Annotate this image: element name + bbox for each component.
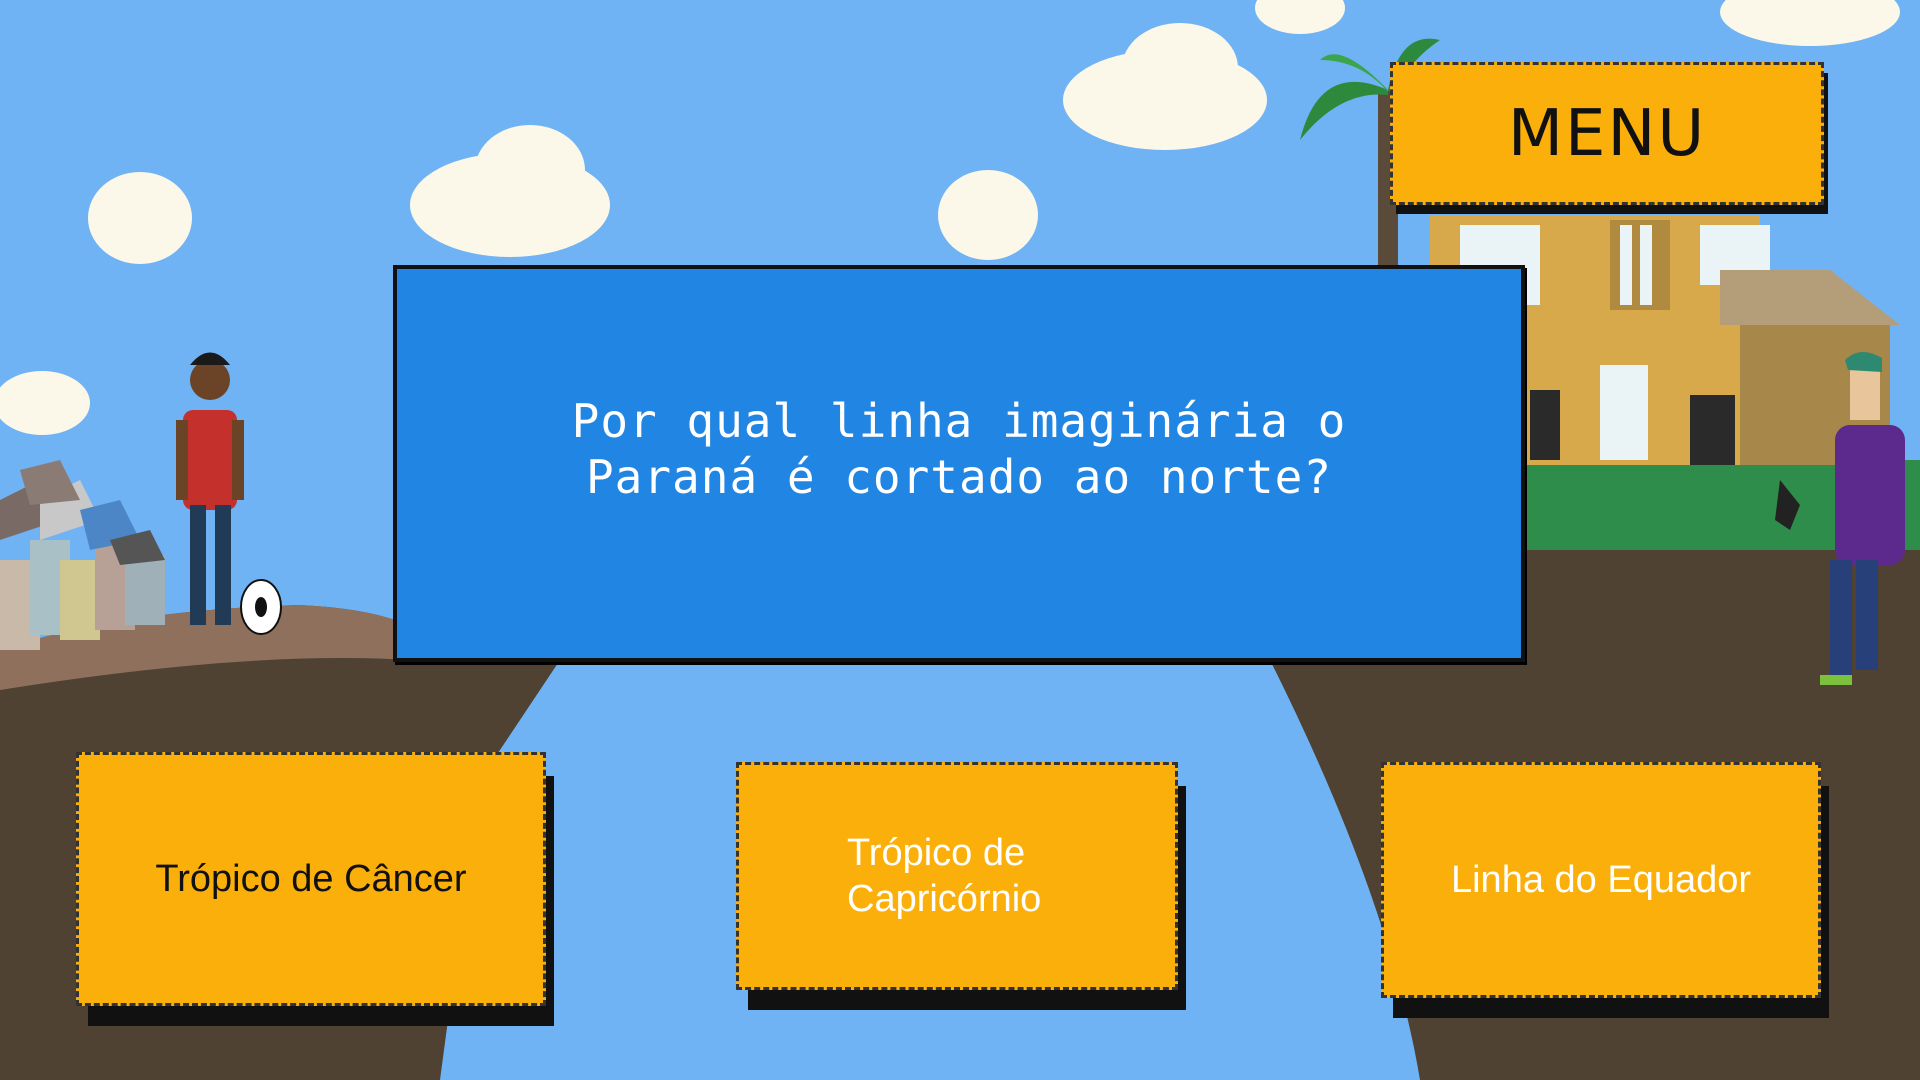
answer-option-3[interactable]: Linha do Equador [1381,762,1821,998]
answer-option-2[interactable]: Trópico de Capricórnio [736,762,1178,990]
favela-houses [0,460,165,650]
menu-button[interactable]: MENU [1390,62,1824,205]
menu-button-label: MENU [1507,96,1707,171]
answer-option-3-label: Linha do Equador [1450,859,1752,901]
answer-option-1[interactable]: Trópico de Câncer [76,752,546,1006]
boy-character [176,352,244,625]
answer-option-2-label: Trópico de Capricórnio [847,832,1042,920]
soccer-ball-icon [240,579,282,635]
question-text: Por qual linha imaginária o Paraná é cor… [571,393,1347,504]
answer-option-1-label: Trópico de Câncer [155,858,467,900]
question-panel: Por qual linha imaginária o Paraná é cor… [393,265,1525,662]
